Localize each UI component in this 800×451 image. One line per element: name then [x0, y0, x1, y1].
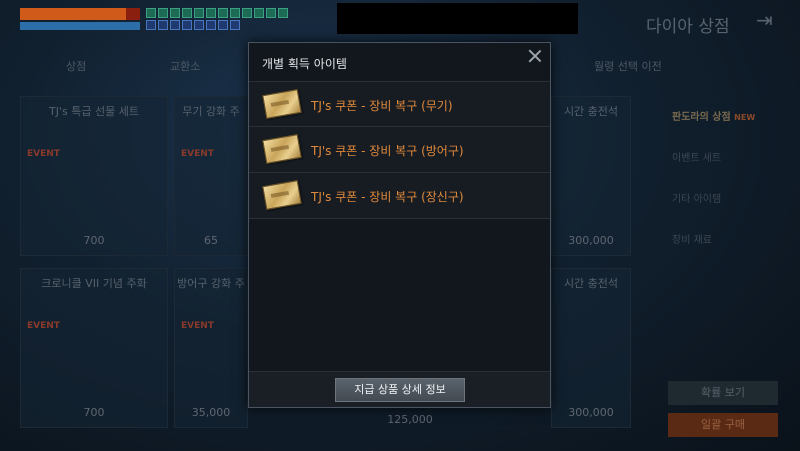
buff-icon: [254, 8, 264, 18]
card-price: 300,000: [568, 234, 614, 247]
detail-info-button[interactable]: 지급 상품 상세 정보: [335, 378, 465, 402]
event-badge: EVENT: [27, 321, 60, 331]
hp-fill: [20, 8, 126, 20]
event-badge: EVENT: [181, 149, 214, 159]
buff-icon: [278, 8, 288, 18]
list-item[interactable]: TJ's 쿠폰 - 장비 복구 (무기): [249, 81, 550, 127]
buff-icon: [218, 8, 228, 18]
side-item-pandora[interactable]: 판도라의 상점 NEW: [672, 108, 755, 123]
close-icon[interactable]: [526, 47, 544, 65]
card-title: 무기 강화 주: [182, 105, 240, 118]
item-list: TJ's 쿠폰 - 장비 복구 (무기) TJ's 쿠폰 - 장비 복구 (방어…: [249, 81, 550, 219]
card-title: 시간 충전석: [563, 105, 619, 118]
item-label: TJ's 쿠폰 - 장비 복구 (무기): [311, 99, 453, 113]
buff-icon: [230, 20, 240, 30]
event-badge: EVENT: [181, 321, 214, 331]
mp-bar: [20, 22, 140, 30]
side-item-materials[interactable]: 장비 재료: [672, 231, 755, 246]
bulk-buy-button[interactable]: 일괄 구매: [668, 413, 778, 437]
shop-title: 다이아 상점: [646, 17, 730, 37]
modal-footer: 지급 상품 상세 정보: [249, 371, 550, 407]
buff-icon: [158, 20, 168, 30]
card-title: 시간 충전석: [563, 277, 619, 290]
card-price: 300,000: [568, 406, 614, 419]
buff-icon: [242, 8, 252, 18]
buff-icon: [146, 8, 156, 18]
shop-card[interactable]: 크로니클 VII 기념 주화 EVENT 700: [20, 268, 168, 428]
side-item-misc[interactable]: 기타 아이템: [672, 190, 755, 205]
buff-icons: [146, 8, 296, 30]
list-item[interactable]: TJ's 쿠폰 - 장비 복구 (장신구): [249, 173, 550, 219]
buff-icon: [182, 8, 192, 18]
buff-icon: [266, 8, 276, 18]
modal-title: 개별 획득 아이템: [262, 57, 347, 71]
buff-icon: [194, 8, 204, 18]
hp-bar: [20, 8, 140, 20]
buff-icon: [170, 20, 180, 30]
side-item-event-set[interactable]: 이벤트 세트: [672, 149, 755, 164]
list-item[interactable]: TJ's 쿠폰 - 장비 복구 (방어구): [249, 127, 550, 173]
shop-card[interactable]: 무기 강화 주 EVENT 65: [174, 96, 248, 256]
side-menu: 판도라의 상점 NEW 이벤트 세트 기타 아이템 장비 재료: [672, 108, 755, 272]
new-badge: NEW: [734, 113, 756, 122]
card-title: TJ's 특급 선물 세트: [49, 105, 139, 118]
card-price: 65: [204, 234, 218, 247]
buff-icon: [158, 8, 168, 18]
tab-exchange[interactable]: 교환소: [170, 58, 200, 74]
shop-card[interactable]: TJ's 특급 선물 세트 EVENT 700: [20, 96, 168, 256]
buff-icon: [194, 20, 204, 30]
buff-icon: [218, 20, 228, 30]
tab-transfer[interactable]: 월령 선택 이전: [594, 58, 662, 74]
item-label: TJ's 쿠폰 - 장비 복구 (방어구): [311, 144, 464, 158]
side-item-label: 판도라의 상점: [672, 112, 731, 123]
buff-icon: [206, 8, 216, 18]
card-price: 125,000: [387, 413, 433, 426]
item-label: TJ's 쿠폰 - 장비 복구 (장신구): [311, 190, 464, 204]
card-title: 크로니클 VII 기념 주화: [41, 277, 147, 290]
modal-header: 개별 획득 아이템: [249, 43, 550, 81]
item-list-modal: 개별 획득 아이템 TJ's 쿠폰 - 장비 복구 (무기) TJ's 쿠폰 -…: [248, 42, 551, 408]
buff-icon: [230, 8, 240, 18]
card-price: 700: [83, 234, 105, 247]
buff-icon: [146, 20, 156, 30]
shop-card[interactable]: 방어구 강화 주 EVENT 35,000: [174, 268, 248, 428]
card-price: 700: [83, 406, 105, 419]
shop-card[interactable]: 125,000: [360, 408, 460, 428]
status-bars: [20, 8, 140, 30]
buff-icon: [182, 20, 192, 30]
tab-shop[interactable]: 상점: [66, 58, 86, 74]
card-title: 방어구 강화 주: [177, 277, 245, 290]
coupon-icon: [262, 134, 302, 164]
coupon-icon: [262, 180, 302, 210]
view-probability-button[interactable]: 확률 보기: [668, 381, 778, 405]
event-badge: EVENT: [27, 149, 60, 159]
coupon-icon: [262, 89, 302, 119]
buff-icon: [170, 8, 180, 18]
redacted-area: [337, 3, 578, 34]
shop-card[interactable]: 시간 충전석 300,000: [551, 268, 631, 428]
shop-card[interactable]: 시간 충전석 300,000: [551, 96, 631, 256]
exit-icon[interactable]: ⇥: [756, 8, 773, 32]
card-price: 35,000: [191, 406, 231, 419]
buff-icon: [206, 20, 216, 30]
